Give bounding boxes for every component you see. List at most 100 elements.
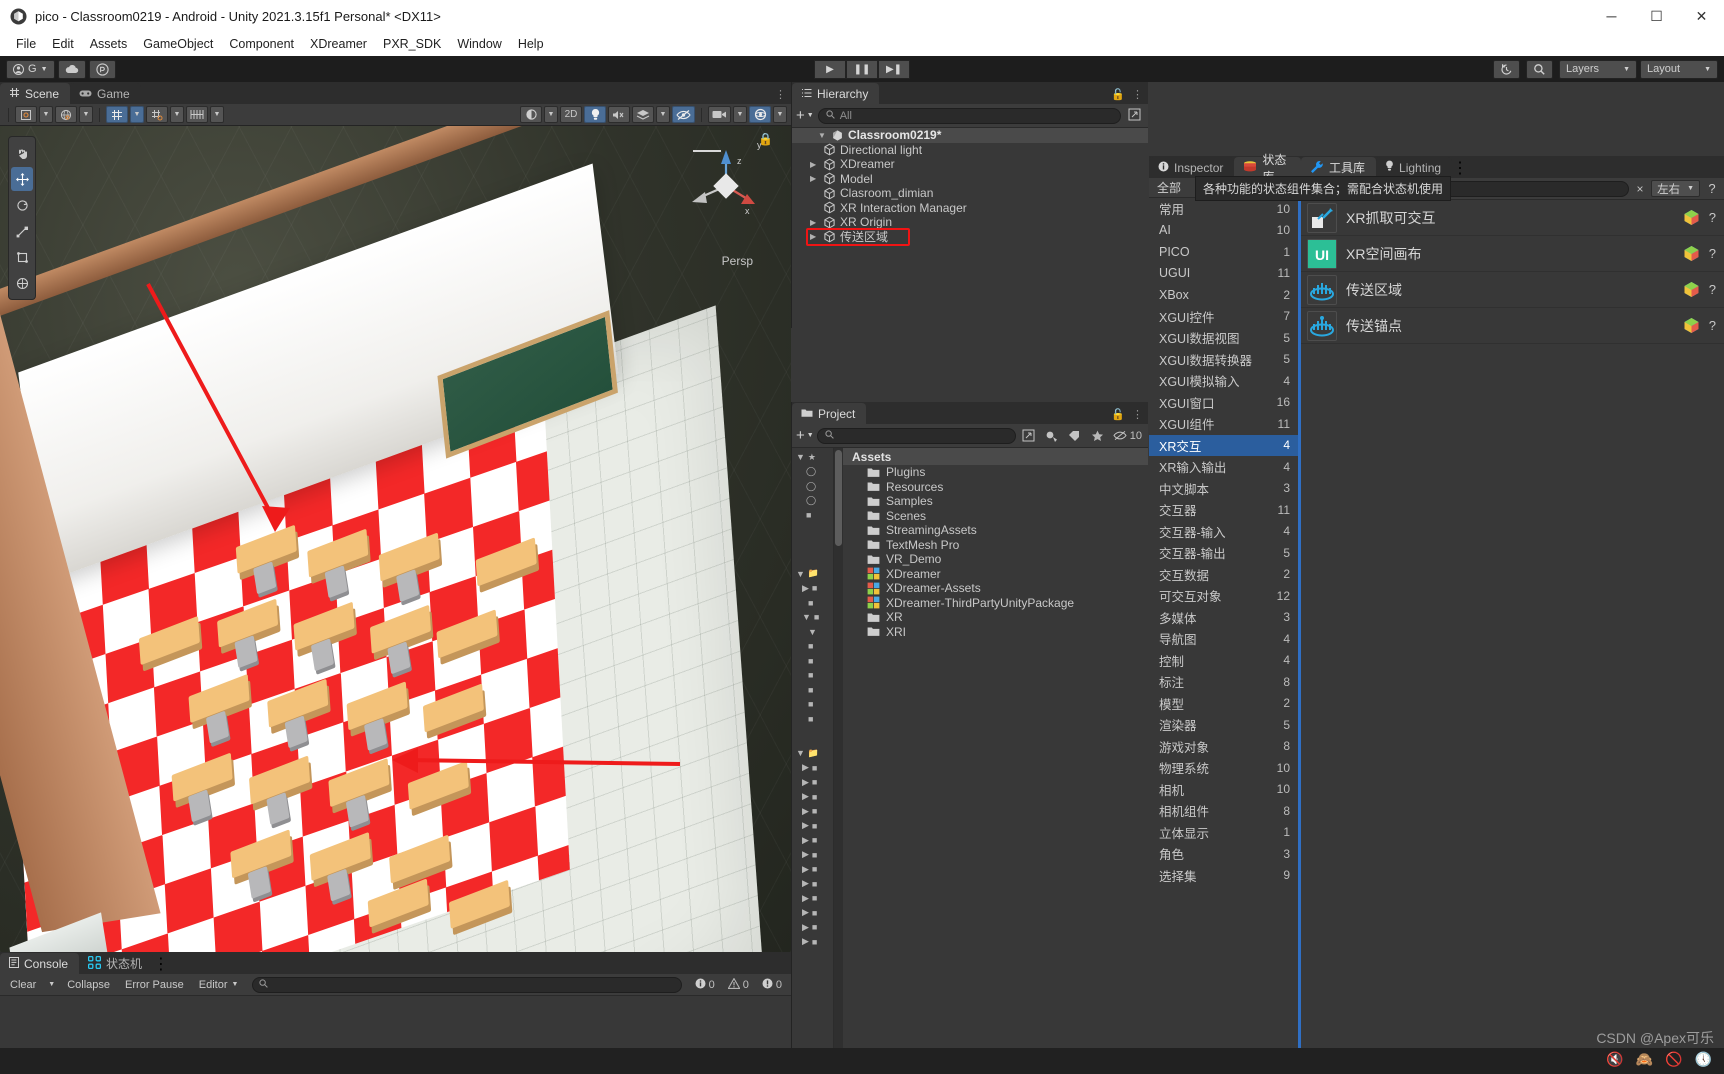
state-category-30[interactable]: 角色 3 — [1149, 843, 1298, 865]
pivot-dropdown[interactable]: ▼ — [39, 106, 53, 123]
clear-button[interactable]: Clear — [3, 976, 43, 994]
tab-tool-library[interactable]: 工具库 — [1301, 157, 1377, 178]
chevron-right-icon[interactable]: ▶ — [810, 218, 819, 227]
clear-search-button[interactable]: × — [1633, 182, 1647, 196]
state-category-list[interactable]: 常用 10 AI 10 PICO 1 UGUI 11 XBox 2 XGUI控件 7 XGUI数据视图 5… — [1149, 198, 1301, 1074]
state-category-18[interactable]: 可交互对象 12 — [1149, 585, 1298, 607]
collab-button[interactable] — [88, 59, 116, 79]
editor-dropdown[interactable]: Editor ▼ — [192, 976, 246, 994]
menu-help[interactable]: Help — [510, 34, 552, 54]
state-category-10[interactable]: XGUI组件 11 — [1149, 413, 1298, 435]
hierarchy-add-button[interactable]: + ▼ — [796, 107, 814, 124]
project-menu-icon[interactable]: ⋮ — [1132, 408, 1143, 421]
error-pause-button[interactable]: Error Pause — [118, 976, 191, 994]
cloud-button[interactable] — [57, 59, 86, 79]
scene-tab-corner-menu[interactable]: ⋮ — [775, 88, 786, 101]
clear-dropdown[interactable]: ▼ — [44, 976, 59, 994]
filter-label-icon[interactable] — [1065, 427, 1085, 444]
gizmos-dropdown[interactable]: ▼ — [773, 106, 787, 123]
menu-assets[interactable]: Assets — [82, 34, 136, 54]
tool-library-list[interactable]: XR抓取可交互? UI XR空间画布? 传送区域? 传送锚点? — [1301, 200, 1724, 1074]
fx-dropdown[interactable]: ▼ — [656, 106, 670, 123]
tool-item-help-button[interactable]: ? — [1709, 282, 1716, 297]
step-button[interactable]: ▶❚ — [878, 59, 910, 79]
grid-ruler-dropdown[interactable]: ▼ — [210, 106, 224, 123]
console-search-input[interactable] — [252, 976, 682, 993]
search-icon[interactable] — [1526, 59, 1553, 79]
camera-dropdown[interactable]: ▼ — [733, 106, 747, 123]
clock-icon[interactable]: 🕔 — [1695, 1051, 1712, 1068]
layout-orientation-dropdown[interactable]: 左右 ▼ — [1651, 180, 1700, 197]
tab-state-library[interactable]: 状态库 — [1234, 153, 1301, 184]
global-toggle[interactable] — [55, 106, 77, 123]
prefab-cube-icon[interactable] — [1683, 317, 1700, 334]
favorite-icon[interactable] — [1088, 427, 1108, 444]
menu-gameobject[interactable]: GameObject — [135, 34, 221, 54]
state-category-23[interactable]: 模型 2 — [1149, 693, 1298, 715]
fx-toggle[interactable] — [632, 106, 654, 123]
log-count[interactable]: 0 — [689, 978, 721, 992]
tab-scene[interactable]: Scene — [0, 83, 71, 104]
filter-type-icon[interactable] — [1042, 427, 1062, 444]
shading-mode-dropdown[interactable]: ▼ — [544, 106, 558, 123]
hidden-packages-count[interactable]: 10 — [1111, 430, 1144, 442]
prefab-cube-icon[interactable] — [1683, 245, 1700, 262]
tab-hierarchy[interactable]: Hierarchy — [792, 83, 880, 104]
state-category-24[interactable]: 渲染器 5 — [1149, 714, 1298, 736]
history-icon[interactable] — [1493, 59, 1520, 79]
grid-snap-toggle[interactable] — [106, 106, 128, 123]
state-category-17[interactable]: 交互数据 2 — [1149, 564, 1298, 586]
project-tree-column[interactable]: ▼★ ◯ ◯ ◯ ■ ▼📁 ▶■ ■ ▼■ ▼ ■ ■ ■ ■ ■ ■ — [792, 448, 834, 1062]
pause-button[interactable]: ❚❚ — [846, 59, 878, 79]
scene-overlay-handle[interactable] — [693, 150, 721, 152]
tool-item-3[interactable]: 传送锚点? — [1301, 308, 1724, 344]
state-category-28[interactable]: 相机组件 8 — [1149, 800, 1298, 822]
state-category-14[interactable]: 交互器 11 — [1149, 499, 1298, 521]
tab-lighting[interactable]: Lighting — [1376, 157, 1453, 178]
hierarchy-item-7[interactable]: ▶ 传送区域 — [792, 227, 1148, 246]
state-category-31[interactable]: 选择集 9 — [1149, 865, 1298, 887]
hierarchy-list[interactable]: ▼ Classroom0219* Directional light ▶ XDreame… — [792, 128, 1148, 328]
state-category-21[interactable]: 控制 4 — [1149, 650, 1298, 672]
state-category-9[interactable]: XGUI窗口 16 — [1149, 392, 1298, 414]
lock-icon[interactable]: 🔓 — [1111, 88, 1125, 101]
project-item-1[interactable]: Resources — [843, 480, 1148, 495]
chevron-right-icon[interactable]: ▶ — [810, 232, 819, 241]
menu-file[interactable]: File — [8, 34, 44, 54]
grid-ruler-toggle[interactable] — [186, 106, 208, 123]
rect-tool[interactable] — [11, 245, 33, 269]
audio-toggle[interactable] — [608, 106, 630, 123]
hierarchy-search-mode-icon[interactable] — [1125, 108, 1144, 124]
tool-item-help-button[interactable]: ? — [1709, 246, 1716, 261]
help-button[interactable]: ? — [1704, 181, 1720, 196]
project-item-2[interactable]: Samples — [843, 494, 1148, 509]
2d-toggle[interactable]: 2D — [560, 106, 582, 123]
state-category-11[interactable]: XR交互 4 — [1149, 434, 1298, 456]
state-category-3[interactable]: UGUI 11 — [1149, 263, 1298, 285]
hierarchy-menu-icon[interactable]: ⋮ — [1132, 88, 1143, 101]
menu-edit[interactable]: Edit — [44, 34, 82, 54]
state-category-19[interactable]: 多媒体 3 — [1149, 607, 1298, 629]
tab-game[interactable]: Game — [70, 83, 141, 104]
state-category-8[interactable]: XGUI模拟输入 4 — [1149, 370, 1298, 392]
menu-window[interactable]: Window — [449, 34, 509, 54]
state-category-20[interactable]: 导航图 4 — [1149, 628, 1298, 650]
grid-snap-dropdown[interactable]: ▼ — [130, 106, 144, 123]
state-category-25[interactable]: 游戏对象 8 — [1149, 736, 1298, 758]
visibility-toggle[interactable] — [672, 106, 695, 123]
project-item-6[interactable]: VR_Demo — [843, 552, 1148, 567]
account-button[interactable]: G ▼ — [6, 59, 55, 79]
project-item-5[interactable]: TextMesh Pro — [843, 538, 1148, 553]
project-item-7[interactable]: XDreamer — [843, 567, 1148, 582]
state-category-26[interactable]: 物理系统 10 — [1149, 757, 1298, 779]
state-category-0[interactable]: 常用 10 — [1149, 198, 1298, 220]
scale-tool[interactable] — [11, 219, 33, 243]
tool-item-0[interactable]: XR抓取可交互? — [1301, 200, 1724, 236]
prefab-cube-icon[interactable] — [1683, 209, 1700, 226]
hierarchy-item-1[interactable]: Directional light — [792, 143, 1148, 158]
project-asset-list[interactable]: Assets Plugins Resources Samples Scenes Stre… — [843, 448, 1148, 1062]
play-button[interactable]: ▶ — [814, 59, 846, 79]
project-item-10[interactable]: XR — [843, 610, 1148, 625]
project-item-4[interactable]: StreamingAssets — [843, 523, 1148, 538]
tab-state-machine[interactable]: 状态机 — [79, 953, 154, 974]
